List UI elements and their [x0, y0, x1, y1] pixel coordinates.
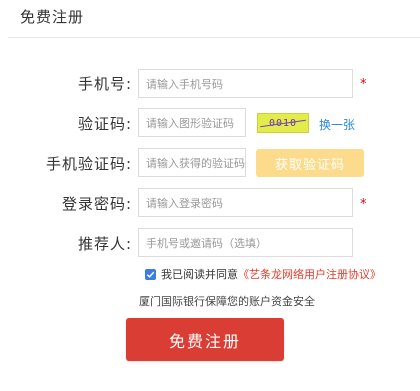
refresh-captcha-link[interactable]: 换一张 — [319, 116, 355, 133]
captcha-input[interactable]: 请输入图形验证码 — [138, 108, 246, 137]
checkmark-icon — [146, 271, 155, 278]
phone-label: 手机号: — [77, 75, 132, 93]
register-button[interactable]: 免费注册 — [126, 318, 284, 361]
sms-code-label: 手机验证码: — [45, 155, 132, 173]
agreement-link[interactable]: 《艺条龙网络用户注册协议》 — [238, 266, 381, 282]
password-required-mark: * — [360, 197, 367, 212]
registration-page: 免费注册 手机号: 请输入手机号码 * 验证码: 请输入图形验证码 0010 换… — [0, 0, 420, 391]
captcha-image-text: 0010 — [268, 117, 298, 129]
sms-code-input[interactable]: 请输入获得的验证码 — [138, 148, 246, 177]
phone-required-mark: * — [360, 77, 367, 92]
phone-input[interactable]: 请输入手机号码 — [138, 69, 353, 98]
agreement-text: 我已阅读并同意 — [161, 268, 238, 281]
password-input[interactable]: 请输入登录密码 — [138, 188, 353, 217]
password-label: 登录密码: — [61, 195, 132, 213]
agreement-row: 我已阅读并同意 《艺条龙网络用户注册协议》 — [145, 266, 381, 282]
captcha-label: 验证码: — [77, 115, 132, 133]
captcha-image[interactable]: 0010 — [257, 113, 309, 133]
referrer-label: 推荐人: — [77, 235, 132, 253]
agreement-checkbox[interactable] — [145, 268, 156, 280]
page-title: 免费注册 — [20, 8, 85, 26]
bank-security-note: 厦门国际银行保障您的账户资金安全 — [139, 295, 315, 308]
referrer-input[interactable]: 手机号或邀请码（选填） — [138, 228, 353, 257]
header-divider — [8, 37, 420, 38]
get-sms-code-button[interactable]: 获取验证码 — [256, 149, 364, 177]
